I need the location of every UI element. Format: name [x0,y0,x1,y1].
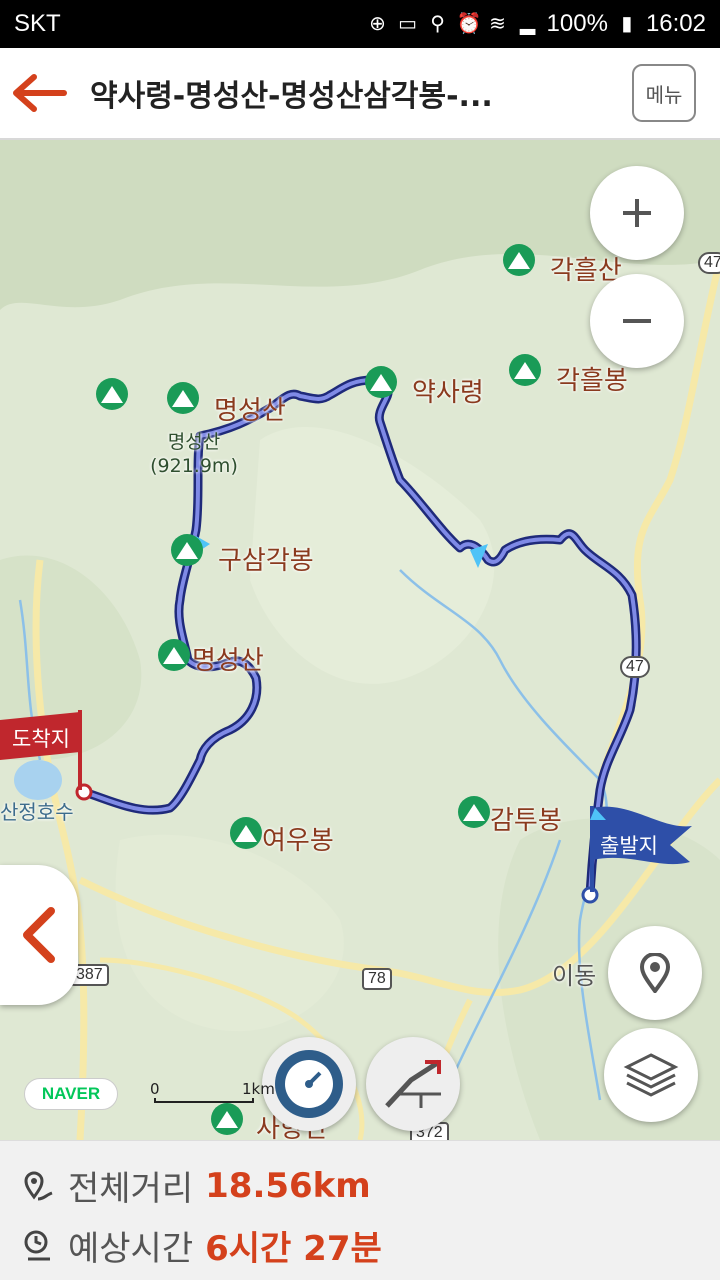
peak-label: 여우봉 [262,826,334,856]
time-row: 예상시간 6시간 27분 [22,1221,382,1270]
carrier-label: SKT [14,10,61,37]
side-panel-toggle[interactable] [0,865,78,1005]
peak-detail-height: (921.9m) [150,455,238,477]
mountain-icon[interactable] [229,816,263,850]
my-location-button[interactable] [608,926,702,1020]
end-flag-label: 도착지 [12,727,70,751]
zoom-in-button[interactable] [590,166,684,260]
time-value: 6시간 27분 [205,1229,382,1269]
map-view[interactable]: 각흘산 각흘봉 약사령 명성산 구삼각봉 명성산 감투봉 여우봉 사향산 명성산… [0,140,720,1140]
peak-label: 명성산 [192,646,264,676]
mountain-icon[interactable] [166,381,200,415]
cast-icon: ▭ [398,13,417,35]
gauge-icon [275,1050,343,1118]
data-saver-icon: ⊕ [369,13,386,35]
battery-percent: 100% [546,10,608,37]
menu-button[interactable]: 메뉴 [632,64,696,122]
scale-bar [154,1098,254,1103]
peak-label: 약사령 [412,378,484,408]
peak-label: 명성산 [214,396,286,426]
chevron-left-icon [23,907,55,963]
layers-icon [623,1053,679,1097]
zoom-out-button[interactable] [590,274,684,368]
time-label: 예상시간 [68,1229,194,1269]
route-pin-icon [24,1171,53,1200]
distance-value: 18.56km [205,1165,371,1206]
alarm-icon: ⏰ [456,13,482,35]
naver-logo: NAVER [24,1078,118,1110]
clock: 16:02 [645,10,706,37]
mountain-icon[interactable] [508,353,542,387]
scale-max: 1km [242,1080,275,1098]
road-badge: 47 [620,656,650,678]
app-header: 약사령-명성산-명성산삼각봉-... 메뉴 [0,48,720,140]
road-badge: 47 [698,252,720,274]
lake-label: 산정호수 [0,800,74,824]
wifi-icon: ≋ [489,13,506,35]
peak-detail-name: 명성산 [167,431,221,453]
peak-label: 구삼각봉 [218,546,314,576]
page-title: 약사령-명성산-명성산삼각봉-... [90,79,493,114]
route-summary: 전체거리 18.56km 예상시간 6시간 27분 [0,1140,720,1280]
mountain-icon[interactable] [364,365,398,399]
back-button[interactable] [0,47,80,139]
mountain-icon[interactable] [210,1102,244,1136]
location-pin-icon [639,953,671,993]
status-bar: SKT ⊕ ▭ ⚲ ⏰ ≋ ▂ 100% ▮ 16:02 [0,0,720,48]
peak-label: 각흘봉 [556,366,628,396]
mountain-icon[interactable] [457,795,491,829]
mountain-icon[interactable] [157,638,191,672]
start-flag-label: 출발지 [600,834,658,858]
village-label: 이동 [552,962,597,990]
mountain-icon[interactable] [170,533,204,567]
peak-label: 감투봉 [490,806,562,836]
signal-icon: ▂ [519,13,536,35]
mountain-icon[interactable] [502,243,536,277]
battery-icon: ▮ [621,13,633,35]
scale-zero: 0 [150,1080,160,1098]
clock-pin-icon [24,1230,50,1260]
distance-label: 전체거리 [68,1169,194,1209]
location-icon: ⚲ [430,13,445,35]
elevation-profile-button[interactable] [366,1037,460,1131]
elevation-icon [385,1059,441,1108]
plus-icon [623,199,651,227]
back-arrow-icon [13,74,67,112]
mountain-icon[interactable] [95,377,129,411]
distance-row: 전체거리 18.56km [22,1161,371,1210]
peak-detail: 명성산 (921.9m) [146,430,242,478]
map-scale: 0 1km [150,1080,275,1106]
minus-icon [623,319,651,323]
layers-button[interactable] [604,1028,698,1122]
road-badge: 78 [362,968,392,990]
speed-gauge-button[interactable] [262,1037,356,1131]
